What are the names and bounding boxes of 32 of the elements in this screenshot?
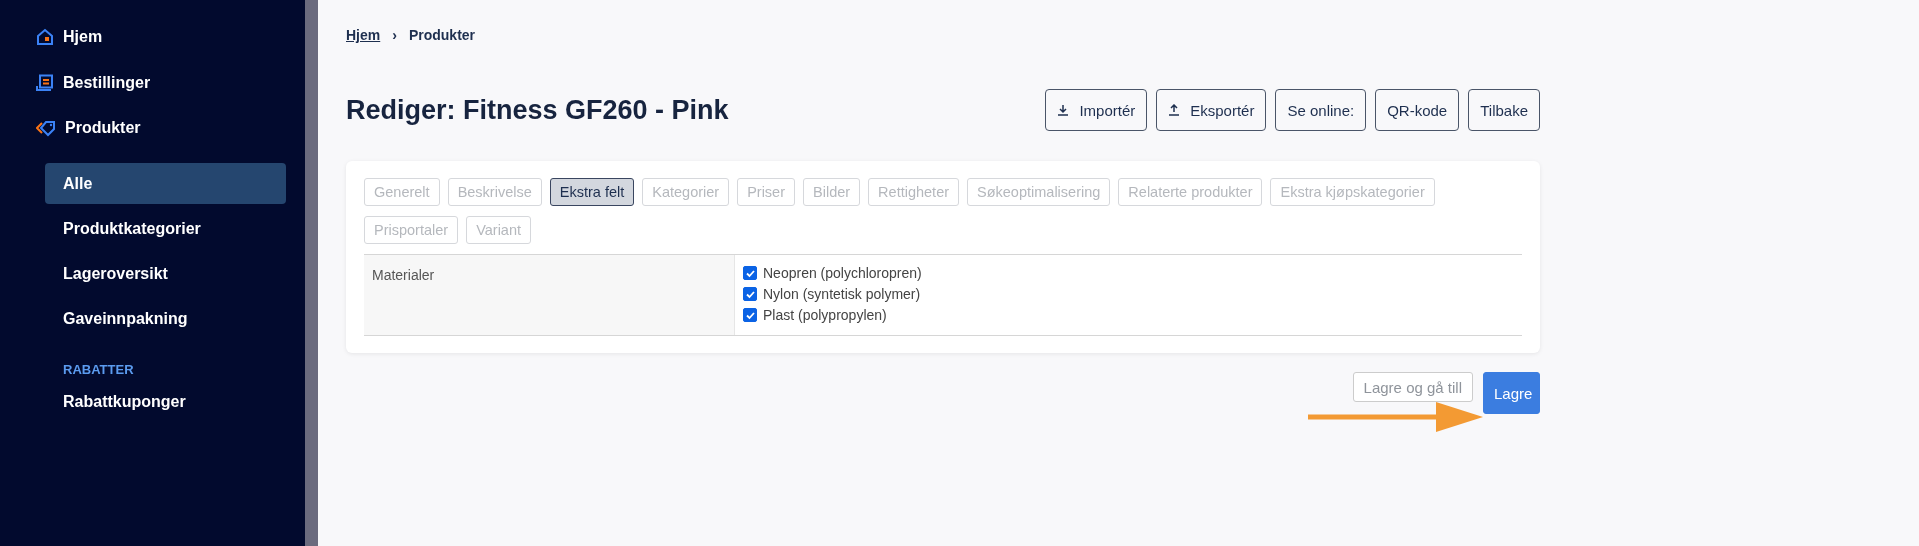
header-button[interactable]: Eksportér — [1156, 89, 1267, 131]
breadcrumb-link[interactable]: Hjem — [346, 27, 381, 43]
header-button[interactable]: Se online: — [1275, 89, 1367, 131]
field-label: Materialer — [364, 255, 735, 335]
header-button[interactable]: Importér — [1045, 89, 1148, 131]
nav-item[interactable]: Produkter — [36, 117, 305, 139]
nav-item[interactable]: Hjem — [36, 26, 305, 48]
nav-subitem[interactable]: Lageroversikt — [45, 252, 286, 294]
checkbox[interactable] — [743, 266, 757, 280]
checkbox[interactable] — [743, 308, 757, 322]
nav-subitem[interactable]: Produktkategorier — [45, 207, 286, 249]
breadcrumb-separator: › — [392, 27, 397, 43]
nav-subitem[interactable]: Alle — [45, 162, 286, 204]
house-icon — [36, 28, 54, 46]
nav-subitem[interactable]: Gaveinnpakning — [45, 297, 286, 339]
breadcrumb-current: Produkter — [408, 27, 476, 43]
receipt-icon — [36, 73, 54, 92]
header-button[interactable]: QR-kode — [1375, 89, 1460, 131]
download-icon — [1057, 104, 1070, 116]
section-title: RABATTER — [63, 361, 135, 377]
nav-subitem[interactable]: Rabattkuponger — [45, 380, 286, 422]
option-label: Plast (polypropylen) — [763, 307, 887, 323]
tag-icon — [36, 119, 56, 137]
save-button[interactable]: Lagre — [1483, 372, 1540, 414]
page-title: Rediger: Fitness GF260 - Pink — [346, 94, 729, 126]
option-label: Nylon (syntetisk polymer) — [763, 286, 921, 302]
tab[interactable]: Ekstra felt — [549, 178, 635, 206]
upload-icon — [1168, 104, 1181, 116]
checkbox[interactable] — [743, 287, 757, 301]
header-button[interactable]: Tilbake — [1468, 89, 1540, 131]
nav-item[interactable]: Bestillinger — [36, 71, 305, 94]
option-label: Neopren (polychloropren) — [763, 265, 922, 281]
